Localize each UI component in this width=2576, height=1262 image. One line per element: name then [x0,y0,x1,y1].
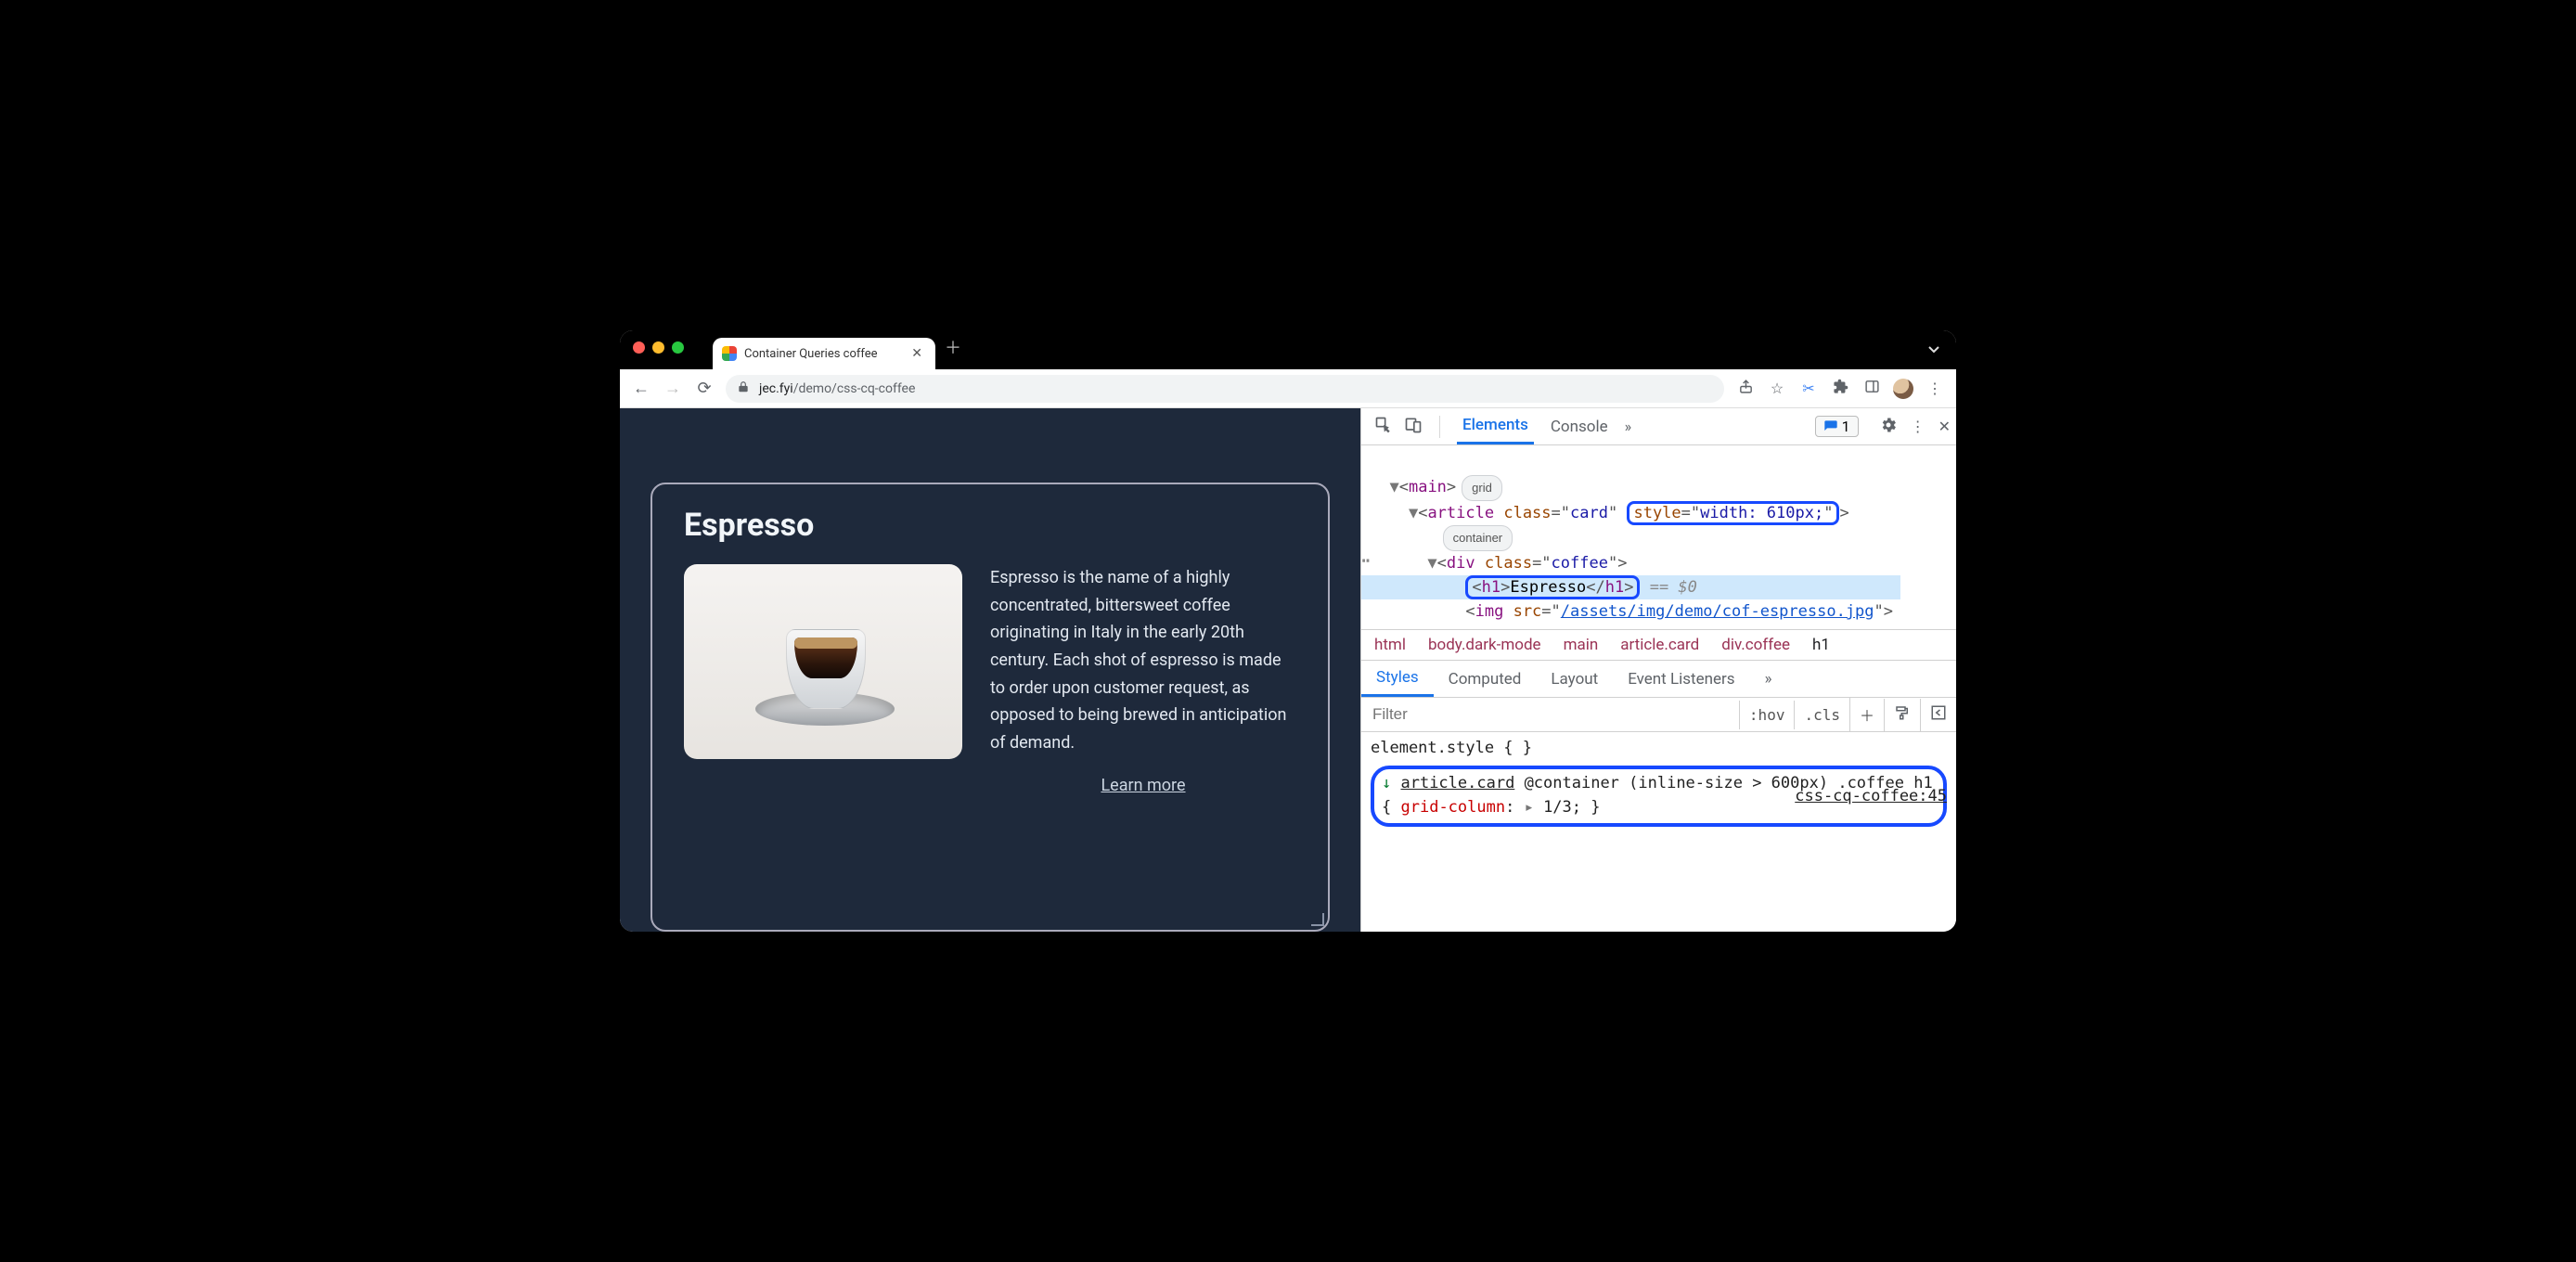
dom-img-src[interactable]: /assets/img/demo/cof-espresso.jpg [1561,602,1874,621]
ancestor-link[interactable]: article.card [1400,774,1514,792]
learn-more-link[interactable]: Learn more [990,776,1296,795]
styles-subtabs: Styles Computed Layout Event Listeners » [1361,661,1956,698]
maximize-window[interactable] [672,341,684,354]
content-area: Espresso Espresso is the name of a highl… [620,408,1956,932]
devtools-close-icon[interactable]: ✕ [1938,418,1951,435]
sidepanel-icon[interactable] [1861,379,1882,398]
crumb-main[interactable]: main [1564,636,1599,654]
subtab-computed[interactable]: Computed [1434,663,1537,696]
subtab-more-icon[interactable]: » [1750,663,1787,696]
bookmark-icon[interactable]: ☆ [1767,380,1787,397]
subtab-event-listeners[interactable]: Event Listeners [1613,663,1749,696]
dom-tree[interactable]: ⋯ ▼<main>grid ▼<article class="card" sty… [1361,445,1956,630]
url-text: jec.fyi/demo/css-cq-coffee [759,381,915,396]
back-button[interactable]: ← [631,379,651,398]
resize-handle-icon[interactable] [1311,913,1324,926]
dom-breadcrumbs[interactable]: html body.dark-mode main article.card di… [1361,630,1956,661]
coffee-card: Espresso Espresso is the name of a highl… [650,483,1330,932]
cls-toggle[interactable]: .cls [1794,701,1849,729]
toolbar: ← → ⟳ jec.fyi/demo/css-cq-coffee ☆ ✂ ⋮ [620,369,1956,408]
coffee-image [684,564,962,759]
minimize-window[interactable] [652,341,664,354]
rendered-page: Espresso Espresso is the name of a highl… [620,408,1360,932]
subtab-styles[interactable]: Styles [1361,661,1434,697]
tabs-dropdown-icon[interactable] [1926,341,1941,360]
card-text-col: Espresso is the name of a highly concent… [990,564,1296,795]
close-tab-icon[interactable]: ✕ [911,346,922,361]
crumb-h1[interactable]: h1 [1812,636,1830,654]
crumb-div[interactable]: div.coffee [1721,636,1790,654]
element-style-block[interactable]: element.style { } [1371,736,1947,760]
browser-tab[interactable]: Container Queries coffee ✕ [713,338,935,369]
new-tab-button[interactable]: ＋ [945,335,961,365]
tab-title: Container Queries coffee [744,347,878,361]
issues-badge[interactable]: 1 [1815,416,1859,437]
tab-console[interactable]: Console [1545,410,1614,444]
line-actions-icon[interactable]: ⋯ [1361,549,1372,573]
highlight-h1: <h1>Espresso</h1> [1465,575,1640,599]
crumb-body[interactable]: body.dark-mode [1428,636,1541,654]
crumb-html[interactable]: html [1374,636,1406,654]
close-window[interactable] [633,341,645,354]
address-bar[interactable]: jec.fyi/demo/css-cq-coffee [726,375,1724,403]
menu-icon[interactable]: ⋮ [1925,380,1945,397]
forward-button[interactable]: → [663,379,683,398]
badge-grid[interactable]: grid [1462,475,1502,501]
computed-toggle-icon[interactable] [1920,699,1956,731]
card-description: Espresso is the name of a highly concent… [990,564,1296,757]
more-tabs-icon[interactable]: » [1625,418,1632,435]
crumb-article[interactable]: article.card [1620,636,1699,654]
devtools-menu-icon[interactable]: ⋮ [1911,418,1926,435]
styles-filter-row: :hov .cls ＋ [1361,698,1956,732]
reload-button[interactable]: ⟳ [694,379,715,398]
tab-elements[interactable]: Elements [1457,408,1534,444]
card-heading: Espresso [684,507,1296,544]
new-style-rule-icon[interactable]: ＋ [1849,698,1884,731]
subtab-layout[interactable]: Layout [1536,663,1613,696]
paint-icon[interactable] [1884,699,1920,731]
browser-window: Container Queries coffee ✕ ＋ ← → ⟳ jec.f… [620,330,1956,932]
issues-count: 1 [1842,418,1850,435]
badge-container[interactable]: container [1443,525,1513,551]
card-body: Espresso is the name of a highly concent… [684,564,1296,795]
devtools-panel: Elements Console » 1 ⋮ ✕ ⋯ ▼<main>grid ▼… [1360,408,1956,932]
styles-filter-input[interactable] [1361,698,1739,731]
profile-avatar[interactable] [1893,379,1913,399]
settings-icon[interactable] [1879,416,1898,438]
source-link[interactable]: css-cq-coffee:45 [1795,784,1947,808]
inspect-icon[interactable] [1374,416,1393,438]
styles-pane[interactable]: element.style { } ↓ article.card @contai… [1361,732,1956,864]
titlebar: Container Queries coffee ✕ ＋ [620,330,1956,369]
device-toggle-icon[interactable] [1404,416,1423,438]
scissors-icon[interactable]: ✂ [1798,380,1819,397]
selected-dom-node[interactable]: <h1>Espresso</h1> == $0 [1361,575,1900,599]
favicon-icon [722,346,737,361]
window-controls [633,341,684,354]
highlight-style-attr: style="width: 610px;" [1627,501,1839,525]
share-icon[interactable] [1735,379,1756,398]
hov-toggle[interactable]: :hov [1739,701,1795,729]
devtools-toolbar: Elements Console » 1 ⋮ ✕ [1361,408,1956,445]
extensions-icon[interactable] [1830,379,1850,398]
lock-icon [737,380,750,397]
